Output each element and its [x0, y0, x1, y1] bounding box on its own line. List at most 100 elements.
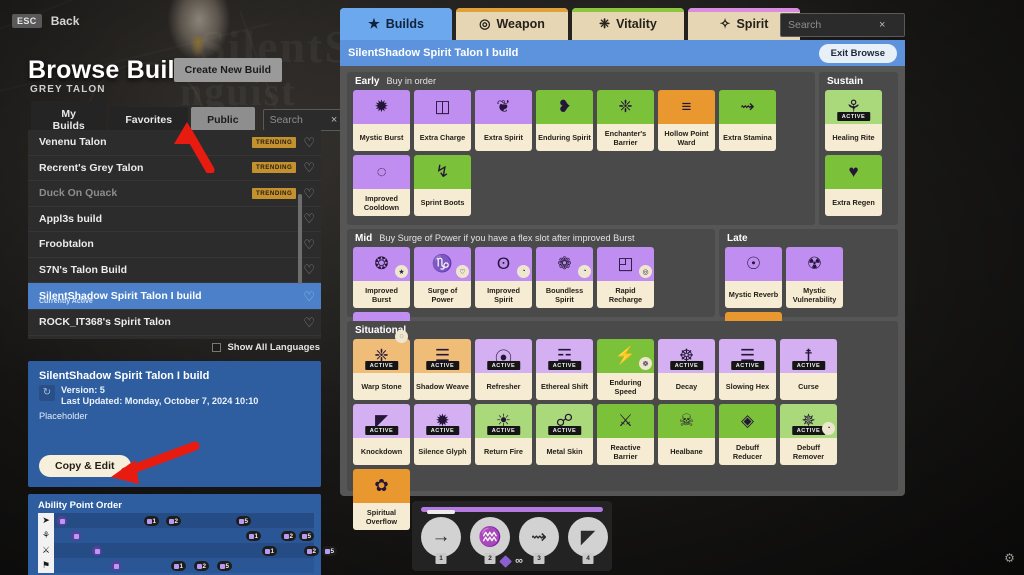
shop-tab-weapon[interactable]: ◎Weapon: [456, 8, 568, 40]
shop-item-card[interactable]: ❈ACTIVEWarp Stone: [353, 339, 410, 400]
active-badge: ACTIVE: [792, 361, 826, 370]
shop-item-card[interactable]: ◤ACTIVEKnockdown: [353, 404, 410, 465]
ability-point-order-title: Ability Point Order: [38, 500, 122, 511]
ability-point-marker: [111, 561, 121, 571]
shop-tab-label: Builds: [386, 17, 424, 31]
build-list-item[interactable]: Duck On QuackTRENDING♡: [28, 181, 321, 207]
shop-tab-vitality[interactable]: ❈Vitality: [572, 8, 684, 40]
favorite-heart-icon[interactable]: ♡: [303, 290, 315, 303]
favorite-heart-icon[interactable]: ♡: [303, 263, 315, 276]
build-list-item[interactable]: Appl3s build♡: [28, 207, 321, 233]
shop-item-card[interactable]: ↯Sprint Boots: [414, 155, 471, 216]
item-component-badge-icon: ◔: [578, 265, 591, 278]
shop-item-card[interactable]: ≡Hollow Point Ward: [658, 90, 715, 151]
shop-item-card[interactable]: ♥Extra Regen: [825, 155, 882, 216]
item-name: Mystic Reverb: [725, 281, 782, 308]
builds-search-input[interactable]: [264, 114, 334, 126]
shop-item-card[interactable]: ⦿ACTIVERefresher: [475, 339, 532, 400]
copy-and-edit-button[interactable]: Copy & Edit: [39, 455, 131, 477]
shop-item-card[interactable]: ◈Debuff Reducer: [719, 404, 776, 465]
shop-item-card[interactable]: ☲ACTIVEEthereal Shift: [536, 339, 593, 400]
shop-item-card[interactable]: ʘ◔Improved Spirit: [475, 247, 532, 308]
builds-search-box[interactable]: ×: [263, 109, 344, 131]
item-name: Enduring Spirit: [536, 124, 593, 151]
shop-item-card[interactable]: ⇝Extra Stamina: [719, 90, 776, 151]
item-art-icon: ⇝: [719, 90, 776, 124]
game-screen: SilentSh nguist U ESC Back Browse Builds…: [0, 0, 1024, 575]
shop-item-card[interactable]: ⚡☸Enduring Speed: [597, 339, 654, 400]
item-name: Reactive Barrier: [597, 438, 654, 465]
ability-slot[interactable]: →1: [421, 517, 461, 557]
shop-item-card[interactable]: ☨ACTIVECurse: [780, 339, 837, 400]
favorite-heart-icon[interactable]: ♡: [303, 316, 315, 329]
item-name: Improved Spirit: [475, 281, 532, 308]
shop-item-card[interactable]: ◫Extra Charge: [414, 90, 471, 151]
shop-search-input[interactable]: [781, 19, 879, 31]
shop-item-card[interactable]: ♑♡Surge of Power: [414, 247, 471, 308]
item-section-early: EarlyBuy in order✹Mystic Burst◫Extra Cha…: [347, 72, 815, 225]
ability-slot[interactable]: ◤4: [568, 517, 608, 557]
souls-indicator: ∞: [501, 555, 523, 567]
ability-hotkey: 4: [583, 553, 594, 564]
builds-list-scrollbar[interactable]: [298, 194, 302, 284]
shop-search-box[interactable]: ×: [780, 13, 905, 37]
item-name: Healing Rite: [825, 124, 882, 151]
shop-item-card[interactable]: ☠Healbane: [658, 404, 715, 465]
shop-item-card[interactable]: ☰ACTIVESlowing Hex: [719, 339, 776, 400]
shop-item-card[interactable]: ⚔Reactive Barrier: [597, 404, 654, 465]
shop-item-card[interactable]: ⚘ACTIVEHealing Rite: [825, 90, 882, 151]
ability-point-marker: 1: [262, 546, 277, 556]
escape-back-control[interactable]: ESC Back: [12, 14, 79, 28]
ability-bar: →1♒2⇝3◤4 ∞: [412, 501, 612, 571]
builds-list[interactable]: Venenu TalonTRENDING♡Recrent's Grey Talo…: [28, 130, 321, 339]
item-art-icon: ✹: [353, 90, 410, 124]
shop-item-card[interactable]: ❂★Improved Burst: [353, 247, 410, 308]
ability-point-marker: 1: [144, 516, 159, 526]
shop-clear-search-icon[interactable]: ×: [879, 19, 885, 31]
item-name: Metal Skin: [536, 438, 593, 465]
build-list-item[interactable]: SilentShadow Spirit Talon I buildCurrent…: [28, 283, 321, 310]
shop-item-card[interactable]: ☉Mystic Reverb: [725, 247, 782, 308]
shop-item-card[interactable]: ☀ACTIVEReturn Fire: [475, 404, 532, 465]
build-list-item[interactable]: S7N's Talon Build♡: [28, 258, 321, 284]
shop-item-card[interactable]: ☰ACTIVEShadow Weave: [414, 339, 471, 400]
build-list-item[interactable]: SweetJames Grey Talon OP♡: [28, 336, 321, 340]
section-name: Sustain: [827, 76, 863, 87]
item-name: Boundless Spirit: [536, 281, 593, 308]
build-last-updated: Last Updated: Monday, October 7, 2024 10…: [61, 396, 258, 406]
build-list-item[interactable]: Venenu TalonTRENDING♡: [28, 130, 321, 156]
trending-badge: TRENDING: [252, 137, 296, 148]
tab-accent-bar: [688, 8, 800, 12]
build-list-item[interactable]: Recrent's Grey TalonTRENDING♡: [28, 156, 321, 182]
favorite-heart-icon[interactable]: ♡: [303, 161, 315, 174]
favorite-heart-icon[interactable]: ♡: [303, 238, 315, 251]
ability-slot[interactable]: ⇝3: [519, 517, 559, 557]
shop-item-card[interactable]: ❈Enchanter's Barrier: [597, 90, 654, 151]
create-new-build-button[interactable]: Create New Build: [174, 58, 282, 82]
shop-item-card[interactable]: ✵ACTIVE◔Debuff Remover: [780, 404, 837, 465]
shop-item-card[interactable]: ❦Extra Spirit: [475, 90, 532, 151]
exit-browse-button[interactable]: Exit Browse: [819, 44, 897, 63]
show-all-languages-checkbox[interactable]: [212, 343, 221, 352]
favorite-heart-icon[interactable]: ♡: [303, 187, 315, 200]
shop-item-card[interactable]: ◰◎Rapid Recharge: [597, 247, 654, 308]
shop-item-card[interactable]: ◌Improved Cooldown: [353, 155, 410, 216]
shop-item-card[interactable]: ✿Spiritual Overflow: [353, 469, 410, 530]
shop-tab-builds[interactable]: ★Builds: [340, 8, 452, 40]
ability-icon: ➤: [38, 513, 54, 528]
build-list-item[interactable]: ROCK_IT368's Spirit Talon♡: [28, 310, 321, 336]
shop-item-card[interactable]: ❁◔Boundless Spirit: [536, 247, 593, 308]
shop-item-card[interactable]: ☍ACTIVEMetal Skin: [536, 404, 593, 465]
back-label[interactable]: Back: [51, 14, 80, 28]
shop-item-card[interactable]: ✹ACTIVESilence Glyph: [414, 404, 471, 465]
favorite-heart-icon[interactable]: ♡: [303, 212, 315, 225]
shop-item-card[interactable]: ☸ACTIVEDecay: [658, 339, 715, 400]
shop-item-card[interactable]: ❥Enduring Spirit: [536, 90, 593, 151]
shop-item-card[interactable]: ✹Mystic Burst: [353, 90, 410, 151]
favorite-heart-icon[interactable]: ♡: [303, 136, 315, 149]
ability-slot[interactable]: ♒2: [470, 517, 510, 557]
gear-icon[interactable]: ⚙: [1003, 552, 1016, 565]
show-all-languages-toggle[interactable]: Show All Languages: [212, 342, 320, 353]
build-list-item[interactable]: Froobtalon♡: [28, 232, 321, 258]
shop-item-card[interactable]: ☢Mystic Vulnerability: [786, 247, 843, 308]
